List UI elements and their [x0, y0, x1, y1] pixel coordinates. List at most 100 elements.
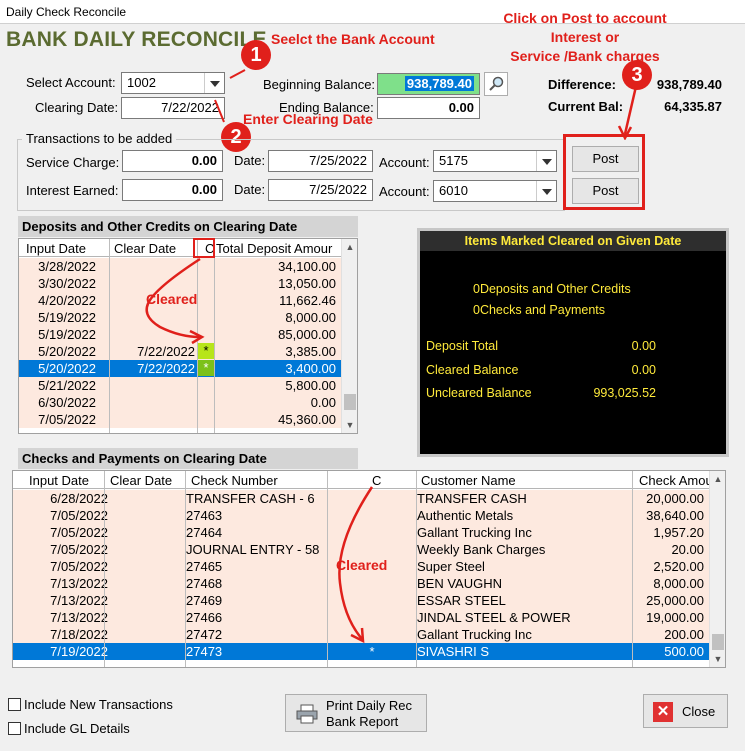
- deposits-cell-input-date: 5/20/2022: [38, 361, 96, 376]
- checks-cell-input-date: 7/05/2022: [50, 559, 108, 574]
- checks-header-clear-date[interactable]: Clear Date: [110, 473, 172, 488]
- annotation-post: Click on Post to account Interest or Ser…: [500, 9, 670, 66]
- checks-section-title: Checks and Payments on Clearing Date: [18, 448, 358, 469]
- deposits-row[interactable]: 5/21/2022 5,800.00: [19, 377, 341, 394]
- difference-value: 938,789.40: [656, 77, 722, 92]
- deposits-cell-amount: 0.00: [310, 395, 336, 410]
- deposits-cell-amount: 34,100.00: [278, 259, 336, 274]
- checks-cell-amount: 200.00: [664, 627, 704, 642]
- checks-cell-customer: ESSAR STEEL: [417, 593, 506, 608]
- checks-cell-amount: 1,957.20: [653, 525, 704, 540]
- beginning-balance-field[interactable]: 938,789.40: [377, 73, 480, 95]
- deposits-header-input-date[interactable]: Input Date: [26, 241, 86, 256]
- deposits-row[interactable]: 6/30/2022 0.00: [19, 394, 341, 411]
- annotation-arrow-cleared-1: [145, 257, 205, 345]
- service-date-input[interactable]: 7/25/2022: [268, 150, 373, 172]
- deposits-cell-amount: 45,360.00: [278, 412, 336, 427]
- checks-cell-input-date: 7/13/2022: [50, 610, 108, 625]
- service-date-label: Date:: [234, 153, 266, 168]
- checks-cell-input-date: 6/28/2022: [50, 491, 108, 506]
- checks-cell-amount: 500.00: [664, 644, 704, 659]
- deposits-cell-amount: 8,000.00: [285, 310, 336, 325]
- annotation-post-line2: Interest or: [550, 29, 620, 45]
- include-gl-checkbox[interactable]: [8, 722, 21, 735]
- checks-cell-check-number: 27473: [186, 644, 223, 659]
- checks-cell-input-date: 7/13/2022: [50, 576, 108, 591]
- chevron-down-icon[interactable]: [536, 151, 556, 171]
- ending-balance-input[interactable]: 0.00: [377, 97, 480, 119]
- post-service-button[interactable]: Post: [572, 146, 639, 172]
- checks-cell-amount: 20.00: [671, 542, 704, 557]
- summary-deposits-line: 0Deposits and Other Credits: [473, 282, 631, 296]
- annotation-arrow-post: [617, 81, 639, 140]
- lookup-button[interactable]: [484, 72, 508, 96]
- deposits-cell-input-date: 7/05/2022: [38, 412, 96, 427]
- include-new-checkbox[interactable]: [8, 698, 21, 711]
- checks-cell-input-date: 7/19/2022: [50, 644, 108, 659]
- checks-cell-check-number: 27463: [186, 508, 223, 523]
- annotation-arrows-top: [214, 69, 246, 123]
- deposits-cell-input-date: 3/28/2022: [38, 259, 96, 274]
- annotation-post-line1: Click on Post to account: [503, 10, 667, 26]
- deposits-scrollbar[interactable]: ▲ ▼: [341, 239, 357, 433]
- checks-cell-customer: JINDAL STEEL & POWER: [417, 610, 571, 625]
- uncleared-balance-label: Uncleared Balance: [426, 386, 532, 400]
- search-icon: [489, 76, 504, 91]
- deposits-cell-input-date: 4/20/2022: [38, 293, 96, 308]
- checks-cell-customer: SIVASHRI S: [417, 644, 490, 659]
- app-title: BANK DAILY RECONCILE: [6, 28, 267, 51]
- checks-scrollbar[interactable]: ▲ ▼: [709, 471, 725, 667]
- checks-cell-check-number: JOURNAL ENTRY - 58: [186, 542, 320, 557]
- deposits-row[interactable]: 7/05/2022 45,360.00: [19, 411, 341, 428]
- beginning-balance-label: Beginning Balance:: [263, 77, 376, 92]
- print-report-button[interactable]: Print Daily Rec Bank Report: [285, 694, 427, 732]
- checks-header-input-date[interactable]: Input Date: [29, 473, 89, 488]
- checks-header-amount[interactable]: Check Amou: [639, 473, 713, 488]
- service-account-dropdown[interactable]: 5175: [433, 150, 557, 172]
- deposits-cell-c: *: [198, 343, 214, 359]
- deposits-cell-clear-date: 7/22/2022: [137, 344, 195, 359]
- interest-account-dropdown[interactable]: 6010: [433, 180, 557, 202]
- checks-cell-customer: Gallant Trucking Inc: [417, 627, 532, 642]
- chevron-down-icon[interactable]: [536, 181, 556, 201]
- post-interest-button[interactable]: Post: [572, 178, 639, 204]
- deposits-cell-input-date: 5/21/2022: [38, 378, 96, 393]
- uncleared-balance-value: 993,025.52: [593, 386, 656, 400]
- interest-date-input[interactable]: 7/25/2022: [268, 179, 373, 201]
- deposits-cell-input-date: 5/19/2022: [38, 327, 96, 342]
- deposits-header-clear-date[interactable]: Clear Date: [114, 241, 176, 256]
- print-report-line2: Bank Report: [326, 714, 399, 729]
- summary-checks-line: 0Checks and Payments: [473, 303, 606, 317]
- deposits-cell-amount: 3,400.00: [285, 361, 336, 376]
- interest-earned-input[interactable]: 0.00: [122, 179, 223, 201]
- checks-cell-amount: 25,000.00: [646, 593, 704, 608]
- deposits-cell-input-date: 5/20/2022: [38, 344, 96, 359]
- checks-cell-check-number: TRANSFER CASH - 6: [186, 491, 315, 506]
- deposits-cell-amount: 13,050.00: [278, 276, 336, 291]
- deposits-cell-input-date: 6/30/2022: [38, 395, 96, 410]
- checks-header-check-number[interactable]: Check Number: [191, 473, 278, 488]
- deposits-cell-amount: 5,800.00: [285, 378, 336, 393]
- cleared-balance-label: Cleared Balance: [426, 363, 519, 377]
- checks-header-customer[interactable]: Customer Name: [421, 473, 516, 488]
- checks-cell-customer: Authentic Metals: [417, 508, 514, 523]
- deposits-header-amount[interactable]: Total Deposit Amour: [216, 241, 332, 256]
- print-report-line1: Print Daily Rec: [326, 698, 412, 713]
- close-icon: ✕: [653, 702, 673, 722]
- deposits-row[interactable]: 5/20/2022 7/22/2022 * 3,400.00: [19, 360, 341, 377]
- checks-cell-check-number: 27465: [186, 559, 223, 574]
- deposits-row[interactable]: 5/20/2022 7/22/2022 * 3,385.00: [19, 343, 341, 360]
- checks-cell-input-date: 7/05/2022: [50, 525, 108, 540]
- close-button[interactable]: ✕ Close: [643, 694, 728, 728]
- service-charge-input[interactable]: 0.00: [122, 150, 223, 172]
- checks-cell-customer: TRANSFER CASH: [417, 491, 527, 506]
- print-report-text: Print Daily Rec Bank Report: [326, 698, 412, 730]
- transactions-group-title: Transactions to be added: [22, 131, 177, 146]
- checks-cell-input-date: 7/13/2022: [50, 593, 108, 608]
- summary-title: Items Marked Cleared on Given Date: [420, 231, 726, 251]
- close-label: Close: [682, 704, 716, 719]
- checks-cell-input-date: 7/05/2022: [50, 508, 108, 523]
- deposits-cell-amount: 3,385.00: [285, 344, 336, 359]
- checks-cell-customer: Weekly Bank Charges: [417, 542, 546, 557]
- checks-cell-check-number: 27472: [186, 627, 223, 642]
